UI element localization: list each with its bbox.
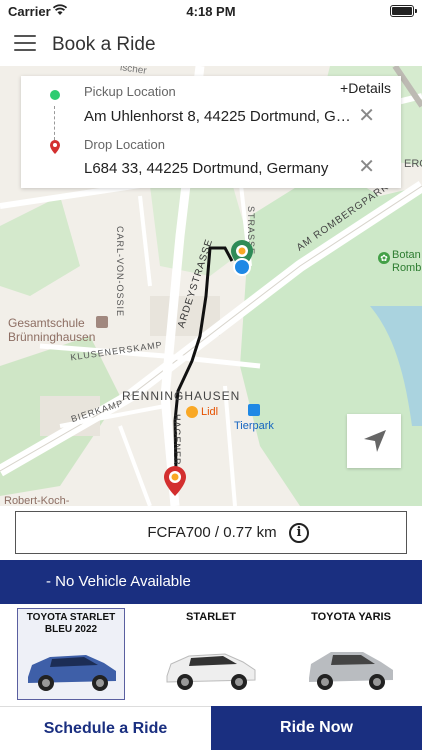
map-label: Tierpark xyxy=(234,420,274,432)
map-label: Brünninghausen xyxy=(8,330,96,344)
transit-icon xyxy=(248,404,260,416)
availability-bar: - No Vehicle Available xyxy=(0,560,422,604)
route-connector xyxy=(54,106,55,140)
location-card: Pickup Location Am Uhlenhorst 8, 44225 D… xyxy=(21,76,401,188)
battery-icon xyxy=(390,5,417,17)
vehicle-card-toyota-yaris[interactable]: TOYOTA YARIS xyxy=(297,608,405,700)
clear-pickup-icon[interactable]: ✕ xyxy=(358,106,375,126)
schedule-ride-button[interactable]: Schedule a Ride xyxy=(0,706,211,750)
drop-label: Drop Location xyxy=(84,137,165,152)
vehicle-card-toyota-starlet-bleu[interactable]: TOYOTA STARLET BLEU 2022 xyxy=(17,608,125,700)
map-label: CARL-VON-OSSIE xyxy=(115,226,125,318)
info-icon[interactable] xyxy=(289,523,309,543)
navigation-arrow-icon xyxy=(364,430,386,452)
drop-location-field[interactable]: L684 33, 44225 Dortmund, Germany xyxy=(84,160,364,177)
car-image xyxy=(309,652,393,690)
car-image xyxy=(166,653,256,690)
availability-text: - No Vehicle Available xyxy=(46,573,191,590)
school-icon xyxy=(96,316,108,328)
map-label: RENNINGHAUSEN xyxy=(122,389,241,403)
recenter-button[interactable] xyxy=(347,414,401,468)
vehicle-name: TOYOTA YARIS xyxy=(311,611,391,623)
shop-icon xyxy=(186,406,198,418)
vehicle-list: TOYOTA STARLET BLEU 2022 STARLET TOYOTA … xyxy=(0,604,422,706)
pickup-location-field[interactable]: Am Uhlenhorst 8, 44225 Dortmund, Germany xyxy=(84,108,352,125)
current-location-icon xyxy=(233,258,251,276)
map-label: Botan xyxy=(392,249,421,261)
fare-text: FCFA700 / 0.77 km xyxy=(147,524,277,541)
bottom-action-bar: Schedule a Ride Ride Now xyxy=(0,706,422,750)
page-title: Book a Ride xyxy=(52,34,156,55)
pickup-label: Pickup Location xyxy=(84,84,176,99)
vehicle-card-starlet[interactable]: STARLET xyxy=(157,608,265,700)
ride-now-label: Ride Now xyxy=(280,719,353,736)
hamburger-menu-icon[interactable] xyxy=(14,35,36,53)
pickup-dot-icon xyxy=(50,90,60,100)
clear-drop-icon[interactable]: ✕ xyxy=(358,157,375,177)
nav-bar: Book a Ride xyxy=(0,24,422,66)
vehicle-name: STARLET xyxy=(186,611,236,623)
car-image xyxy=(28,655,116,691)
drop-marker-icon xyxy=(164,466,186,496)
vehicle-name: TOYOTA STARLET BLEU 2022 xyxy=(26,612,116,635)
drop-pin-icon xyxy=(50,140,60,154)
ride-now-button[interactable]: Ride Now xyxy=(211,706,422,750)
park-icon: ✿ xyxy=(378,252,390,264)
fare-box: FCFA700 / 0.77 km xyxy=(15,511,407,554)
map-label: Romb xyxy=(392,262,422,274)
map-label: ERG xyxy=(404,158,422,170)
status-time: 4:18 PM xyxy=(186,4,236,19)
schedule-ride-label: Schedule a Ride xyxy=(43,720,168,737)
map-label: Lidl xyxy=(201,406,219,418)
map-label: Gesamtschule xyxy=(8,316,85,330)
map-label: Robert-Koch- xyxy=(4,495,70,506)
status-bar: Carrier 4:18 PM xyxy=(0,0,422,24)
details-link[interactable]: +Details xyxy=(340,80,391,96)
